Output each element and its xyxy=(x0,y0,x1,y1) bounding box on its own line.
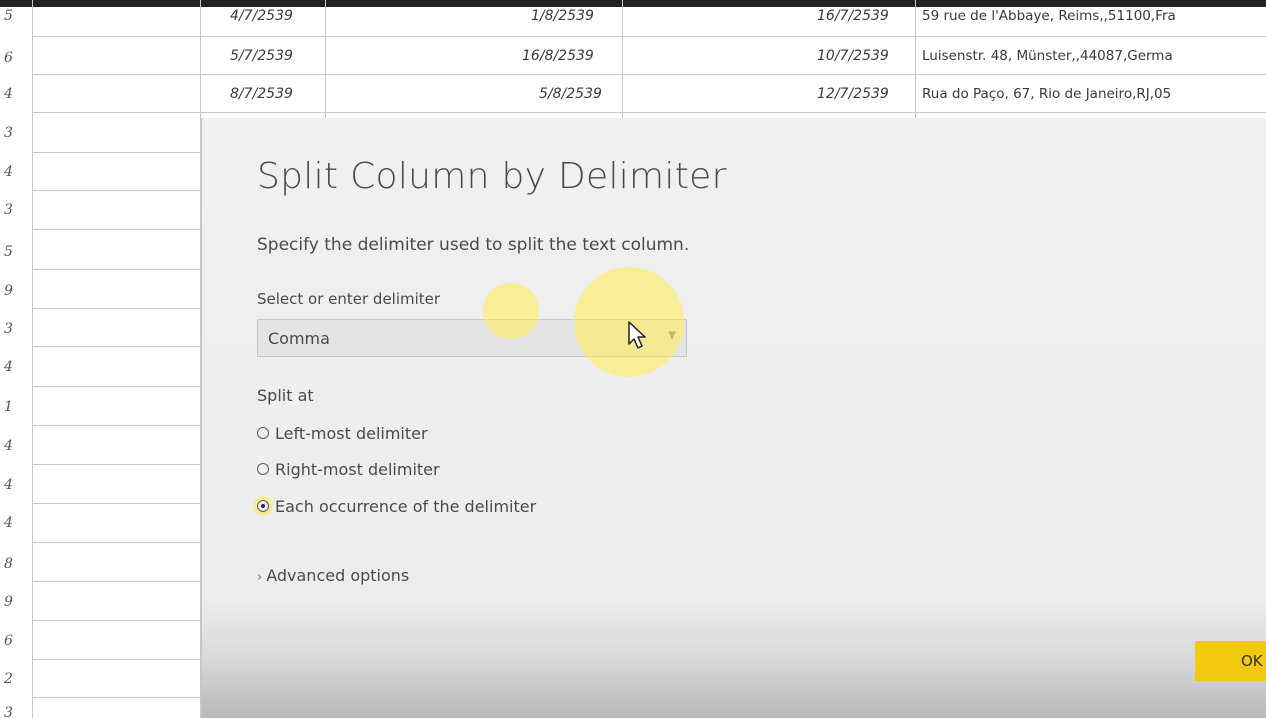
radio-button-checked-icon[interactable] xyxy=(257,500,269,512)
row-number: 2 xyxy=(4,671,13,687)
row-number: 4 xyxy=(4,515,13,531)
gridline xyxy=(32,464,200,465)
split-column-dialog: Split Column by Delimiter Specify the de… xyxy=(201,118,1266,718)
radio-label: Each occurrence of the delimiter xyxy=(275,497,537,516)
gridline xyxy=(32,346,200,347)
radio-button-icon[interactable] xyxy=(257,463,269,475)
gridline xyxy=(915,0,916,118)
row-number: 3 xyxy=(4,202,13,218)
gridline xyxy=(32,0,33,718)
chevron-right-icon: › xyxy=(257,570,263,585)
gridline xyxy=(622,0,623,118)
row-number: 3 xyxy=(4,705,13,718)
row-number: 6 xyxy=(4,50,13,66)
split-at-label: Split at xyxy=(257,386,314,405)
radio-right-most[interactable]: Right-most delimiter xyxy=(257,460,440,482)
cell-date: 12/7/2539 xyxy=(817,86,889,102)
row-number: 9 xyxy=(4,283,13,299)
dialog-description: Specify the delimiter used to split the … xyxy=(257,235,690,255)
row-number: 1 xyxy=(4,399,13,415)
gridline xyxy=(32,659,200,660)
gridline xyxy=(325,0,326,118)
row-number: 9 xyxy=(4,594,13,610)
gridline xyxy=(32,190,200,191)
row-number: 3 xyxy=(4,125,13,141)
radio-left-most[interactable]: Left-most delimiter xyxy=(257,424,428,446)
cell-address: 59 rue de l'Abbaye, Reims,,51100,Fra xyxy=(922,8,1176,24)
row-number: 5 xyxy=(4,244,13,260)
radio-label: Right-most delimiter xyxy=(275,460,440,479)
chevron-down-icon[interactable]: ▼ xyxy=(668,330,676,341)
row-number: 8 xyxy=(4,556,13,572)
cell-date: 10/7/2539 xyxy=(817,48,889,64)
cell-date: 5/7/2539 xyxy=(230,48,293,64)
radio-label: Left-most delimiter xyxy=(275,424,428,443)
top-edge xyxy=(0,0,1266,7)
advanced-options-label: Advanced options xyxy=(266,566,410,585)
gridline xyxy=(32,386,200,387)
gridline xyxy=(32,542,200,543)
cell-address: Luisenstr. 48, Münster,,44087,Germa xyxy=(922,48,1173,64)
row-number: 4 xyxy=(4,86,13,102)
gridline xyxy=(32,74,1266,75)
delimiter-select[interactable]: Comma ▼ xyxy=(257,319,687,357)
gridline xyxy=(32,620,200,621)
dialog-title: Split Column by Delimiter xyxy=(257,156,727,197)
cell-date: 8/7/2539 xyxy=(230,86,293,102)
cell-date: 16/8/2539 xyxy=(522,48,594,64)
gridline xyxy=(32,269,200,270)
gridline xyxy=(32,308,200,309)
row-number: 4 xyxy=(4,477,13,493)
screen: 5 6 4 3 4 3 5 9 3 4 1 4 4 4 8 9 6 2 3 4/… xyxy=(0,0,1266,718)
gridline xyxy=(32,697,200,698)
row-number: 4 xyxy=(4,438,13,454)
delimiter-label: Select or enter delimiter xyxy=(257,290,441,308)
gridline xyxy=(32,229,200,230)
cell-date: 16/7/2539 xyxy=(817,8,889,24)
gridline xyxy=(32,425,200,426)
radio-button-icon[interactable] xyxy=(257,427,269,439)
cell-address: Rua do Paço, 67, Rio de Janeiro,RJ,05 xyxy=(922,86,1172,102)
gridline xyxy=(32,503,200,504)
cell-date: 5/8/2539 xyxy=(539,86,602,102)
row-number: 6 xyxy=(4,633,13,649)
delimiter-select-value: Comma xyxy=(268,329,330,348)
row-number: 5 xyxy=(4,8,13,24)
row-number: 4 xyxy=(4,164,13,180)
gridline xyxy=(32,112,1266,113)
advanced-options-toggle[interactable]: › Advanced options xyxy=(257,566,409,585)
gridline xyxy=(32,152,200,153)
cell-date: 1/8/2539 xyxy=(531,8,594,24)
radio-each-occurrence[interactable]: Each occurrence of the delimiter xyxy=(257,497,536,519)
cell-date: 4/7/2539 xyxy=(230,8,293,24)
gridline xyxy=(32,581,200,582)
row-number: 4 xyxy=(4,359,13,375)
gridline xyxy=(32,36,1266,37)
row-number: 3 xyxy=(4,321,13,337)
ok-button[interactable]: OK xyxy=(1195,641,1266,681)
